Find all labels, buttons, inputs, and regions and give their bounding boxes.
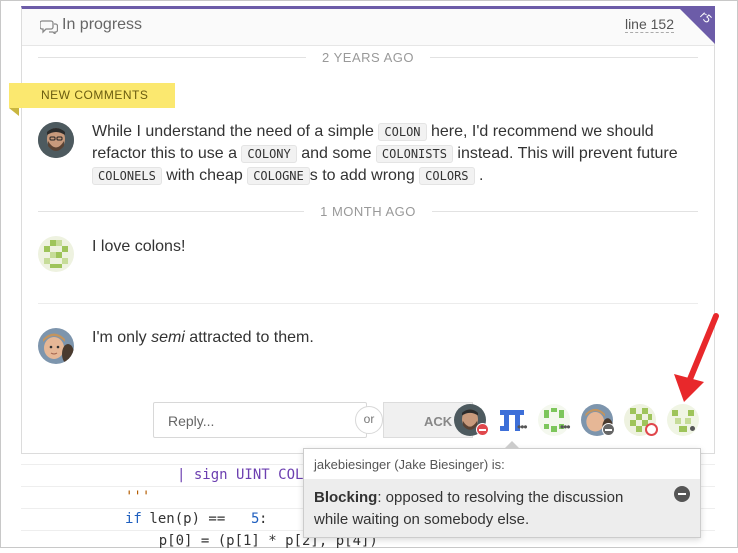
or-separator: or	[355, 406, 383, 434]
status-tooltip: jakebiesinger (Jake Biesinger) is: Block…	[303, 441, 701, 538]
green-identicon-small	[667, 404, 699, 436]
divider-label: 1 MONTH AGO	[320, 203, 416, 219]
idle-icon	[690, 426, 695, 431]
inline-code: COLONISTS	[375, 145, 453, 163]
comment-body: I'm only semi attracted to them.	[92, 329, 314, 346]
time-divider: 1 MONTH AGO	[38, 202, 699, 220]
reply-input[interactable]: Reply...	[153, 402, 367, 438]
bearded-man-photo	[38, 122, 74, 158]
avatar[interactable]	[38, 236, 74, 272]
avatar[interactable]	[38, 328, 74, 364]
code-text: :	[259, 511, 268, 527]
tooltip-body: Blocking: opposed to resolving the discu…	[304, 479, 700, 537]
tooltip-header: jakebiesinger (Jake Biesinger) is:	[314, 457, 505, 472]
red-arrow-annotation	[674, 313, 719, 402]
working-icon	[645, 423, 658, 436]
tag-fold	[9, 108, 19, 116]
blocking-icon	[674, 486, 690, 502]
line-link[interactable]: line 152	[624, 16, 674, 33]
code-text: | sign UINT COL	[177, 467, 304, 483]
code-text: len(p) ==	[141, 511, 234, 527]
participant-avatar[interactable]	[667, 404, 699, 436]
divider-label: 2 YEARS AGO	[322, 49, 414, 65]
status-name: Blocking	[314, 489, 378, 506]
blocking-icon	[602, 423, 615, 436]
code-keyword: if	[125, 511, 142, 527]
blocking-icon	[476, 423, 489, 436]
inline-code: COLON	[378, 123, 427, 141]
green-identicon	[38, 236, 74, 272]
pending-icon: •••	[560, 420, 571, 434]
child-photo	[38, 328, 74, 364]
code-text: '''	[125, 489, 151, 505]
inline-code: COLONELS	[92, 167, 162, 185]
comment-separator	[38, 303, 698, 304]
speech-bubbles-icon	[40, 20, 58, 34]
avatar[interactable]	[38, 122, 74, 158]
inline-code: COLONY	[241, 145, 297, 163]
new-comments-tag: NEW COMMENTS	[9, 83, 175, 108]
status-label: In progress	[62, 16, 143, 33]
inline-code: COLOGNE	[247, 167, 310, 185]
pending-icon: •••	[517, 420, 528, 434]
time-divider: 2 YEARS AGO	[38, 48, 698, 66]
discussion-header[interactable]: In progress line 152 r5	[22, 6, 715, 46]
comment-body: While I understand the need of a simple …	[92, 123, 678, 185]
inline-code: COLORS	[419, 167, 475, 185]
tooltip-caret	[504, 441, 520, 449]
discussion-card: In progress line 152 r5	[21, 6, 715, 454]
comment-body: I love colons!	[92, 238, 186, 255]
